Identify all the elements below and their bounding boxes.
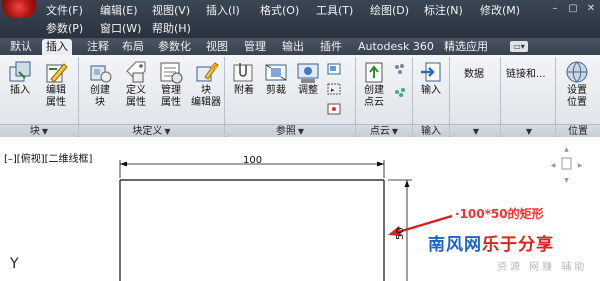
insert-block-icon — [7, 59, 33, 85]
adjust-icon — [295, 59, 321, 85]
restore-button[interactable]: ▢ — [568, 4, 578, 14]
tag-icon — [123, 59, 149, 85]
dimension-text-height[interactable]: 50 — [395, 227, 406, 240]
tab-insert[interactable]: 插入 — [42, 39, 72, 55]
dimension-text-width[interactable]: 100 — [243, 155, 262, 166]
tab-default[interactable]: 默认 — [6, 39, 36, 55]
svg-text:◀: ◀ — [551, 162, 556, 169]
viewcube-icon[interactable]: ▲ ▼ ◀ ▶ — [551, 146, 583, 184]
close-button[interactable]: ✕ — [586, 4, 596, 14]
chevron-down-icon: ▼ — [297, 127, 305, 136]
watermark-subtitle: 资源 网赚 辅助 — [497, 262, 588, 273]
tab-view[interactable]: 视图 — [202, 39, 232, 55]
ribbon-panel-area: 插入 编辑 属性 块 ▼ 创建 块 定义 属性 管理 属性 块 编辑器 块定义 … — [0, 55, 600, 137]
menu-format[interactable]: 格式(O) — [260, 2, 299, 19]
menu-tools[interactable]: 工具(T) — [316, 2, 353, 19]
manage-attributes-button[interactable]: 管理 属性 — [153, 59, 189, 109]
panel-link-footer[interactable]: ▼ — [501, 124, 555, 137]
menu-view[interactable]: 视图(V) — [152, 2, 190, 19]
tab-plugins[interactable]: 插件 — [316, 39, 346, 55]
chevron-down-icon: ▼ — [525, 127, 533, 136]
menu-insert[interactable]: 插入(I) — [206, 2, 240, 19]
tab-parametric[interactable]: 参数化 — [154, 39, 195, 55]
panel-import-title[interactable]: 输入 — [413, 124, 449, 137]
snap-icon[interactable] — [326, 101, 342, 117]
edit-attributes-button[interactable]: 编辑 属性 — [38, 59, 74, 109]
block-editor-button[interactable]: 块 编辑器 — [188, 59, 224, 109]
underlay-layers-icon[interactable] — [326, 61, 342, 77]
panel-reference-title[interactable]: 参照 ▼ — [225, 124, 355, 137]
chevron-down-icon: ▼ — [164, 127, 171, 136]
panel-pointcloud-title[interactable]: 点云 ▼ — [356, 124, 412, 137]
menu-file[interactable]: 文件(F) — [46, 2, 83, 19]
pointcloud-icon — [361, 59, 387, 85]
app-menu-button[interactable] — [2, 0, 36, 18]
create-pointcloud-button[interactable]: 创建 点云 — [356, 59, 392, 109]
menu-params[interactable]: 参数(P) — [46, 20, 83, 37]
dimension-arrowhead — [404, 180, 410, 187]
define-attributes-button[interactable]: 定义 属性 — [118, 59, 154, 109]
set-location-button[interactable]: 设置 位置 — [559, 59, 595, 109]
menu-dimension[interactable]: 标注(N) — [424, 2, 463, 19]
tab-featured-apps[interactable]: 精选应用 — [440, 39, 492, 55]
tab-layout[interactable]: 布局 — [118, 39, 148, 55]
frame-icon[interactable]: ▸ — [326, 81, 342, 97]
dimension-arrowhead — [377, 161, 384, 167]
tab-manage[interactable]: 管理 — [240, 39, 270, 55]
ucs-y-axis-label: Y — [10, 256, 19, 272]
paperclip-icon — [231, 59, 257, 85]
block-editor-icon — [193, 59, 219, 85]
attach-button[interactable]: 附着 — [226, 59, 262, 97]
panel-location-title[interactable]: 位置 — [556, 124, 600, 137]
pointcloud-attach-icon[interactable] — [392, 61, 408, 77]
menu-modify[interactable]: 修改(M) — [480, 2, 520, 19]
ribbon-tab-bar: 默认 插入 注释 布局 参数化 视图 管理 输出 插件 Autodesk 360… — [0, 38, 600, 55]
panel-data-title: 数据 — [464, 69, 484, 80]
chevron-down-icon: ▼ — [472, 127, 480, 136]
svg-text:▼: ▼ — [564, 177, 569, 184]
insert-block-button[interactable]: 插入 — [2, 59, 38, 97]
dimension-arrowhead — [120, 161, 127, 167]
create-block-button[interactable]: 创建 块 — [82, 59, 118, 109]
chevron-down-icon: ▼ — [41, 127, 49, 136]
menu-bar: 文件(F) 编辑(E) 视图(V) 插入(I) 格式(O) 工具(T) 绘图(D… — [0, 0, 600, 38]
minimize-button[interactable]: – — [550, 4, 560, 14]
tab-output[interactable]: 输出 — [278, 39, 308, 55]
panel-link-extract-title: 链接和... — [506, 69, 546, 80]
pointcloud-index-icon[interactable] — [392, 83, 408, 99]
viewport-controls[interactable]: [–][俯视][二维线框] — [4, 150, 92, 165]
create-block-icon — [87, 59, 113, 85]
svg-text:▸: ▸ — [331, 86, 335, 94]
globe-icon — [564, 59, 590, 85]
menu-draw[interactable]: 绘图(D) — [370, 2, 409, 19]
manage-attributes-icon — [158, 59, 184, 85]
panel-block-title[interactable]: 块 ▼ — [0, 124, 78, 137]
clip-icon — [263, 59, 289, 85]
watermark-title: 南风网乐于分享 — [428, 235, 554, 255]
adjust-button[interactable]: 调整 — [290, 59, 326, 97]
clip-button[interactable]: 剪裁 — [258, 59, 294, 97]
chevron-down-icon: ▼ — [391, 127, 399, 136]
menu-help[interactable]: 帮助(H) — [152, 20, 191, 37]
menu-edit[interactable]: 编辑(E) — [100, 2, 138, 19]
panel-block-definition-title[interactable]: 块定义 ▼ — [79, 124, 224, 137]
menu-window[interactable]: 窗口(W) — [100, 20, 141, 37]
svg-text:▲: ▲ — [564, 146, 569, 153]
ribbon-toggle-button[interactable]: ▭▾ — [510, 41, 528, 52]
annotation-text: ·100*50的矩形 — [455, 207, 544, 221]
import-button[interactable]: 输入 — [413, 59, 449, 97]
import-icon — [418, 59, 444, 85]
tab-autodesk360[interactable]: Autodesk 360 — [354, 39, 438, 55]
svg-text:▶: ▶ — [578, 162, 583, 169]
panel-data-footer[interactable]: ▼ — [450, 124, 500, 137]
tab-annotate[interactable]: 注释 — [83, 39, 113, 55]
edit-attributes-icon — [43, 59, 69, 85]
window-controls: – ▢ ✕ — [550, 4, 596, 14]
